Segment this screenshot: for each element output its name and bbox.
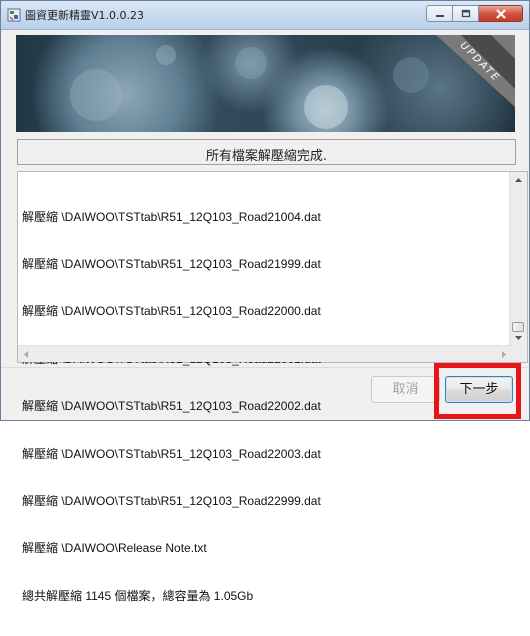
horizontal-scrollbar[interactable] <box>18 345 512 362</box>
log-list[interactable]: 解壓縮 \DAIWOO\TSTtab\R51_12Q103_Road21004.… <box>17 171 528 603</box>
scrollbar-corner <box>510 346 527 362</box>
log-line: 解壓縮 \DAIWOO\TSTtab\R51_12Q103_Road21999.… <box>22 256 321 271</box>
app-icon <box>7 8 21 22</box>
title-bar[interactable]: 圖資更新精靈V1.0.0.23 <box>1 1 529 30</box>
log-line: 解壓縮 \DAIWOO\TSTtab\R51_12Q103_Road22999.… <box>22 493 321 508</box>
status-message: 所有檔案解壓縮完成. <box>205 149 328 164</box>
status-box: 所有檔案解壓縮完成. <box>17 139 516 165</box>
window-title: 圖資更新精靈V1.0.0.23 <box>25 9 145 22</box>
cancel-button[interactable]: 取消 <box>371 376 440 403</box>
log-line: 解壓縮 \DAIWOO\Release Note.txt <box>22 541 207 556</box>
minimize-icon <box>427 6 452 21</box>
scroll-up-button[interactable] <box>510 172 527 188</box>
caption-buttons <box>426 5 523 23</box>
maximize-button[interactable] <box>453 5 479 22</box>
log-line: 解壓縮 \DAIWOO\TSTtab\R51_12Q103_Road22003.… <box>22 446 321 461</box>
arrow-right-icon <box>502 350 506 358</box>
scroll-down-button[interactable] <box>510 330 527 346</box>
update-ribbon: UPDATE <box>458 40 502 84</box>
maximize-icon <box>453 6 478 21</box>
log-line: 解壓縮 \DAIWOO\TSTtab\R51_12Q103_Road22000.… <box>22 304 321 319</box>
log-lines: 解壓縮 \DAIWOO\TSTtab\R51_12Q103_Road21004.… <box>22 178 502 636</box>
header-banner: UPDATE <box>16 35 515 132</box>
log-summary: 總共解壓縮 1145 個檔案，總容量為 1.05Gb <box>22 588 254 603</box>
arrow-up-icon <box>515 178 522 182</box>
vertical-scrollbar[interactable] <box>509 172 527 346</box>
arrow-down-icon <box>515 336 522 340</box>
minimize-button[interactable] <box>426 5 453 22</box>
ribbon-text: UPDATE <box>458 40 502 84</box>
arrow-left-icon <box>24 350 28 358</box>
highlight-box <box>434 363 521 419</box>
log-line: 解壓縮 \DAIWOO\TSTtab\R51_12Q103_Road21004.… <box>22 209 321 224</box>
close-button[interactable] <box>479 5 523 22</box>
close-icon <box>479 6 522 21</box>
scroll-left-button[interactable] <box>18 346 34 362</box>
installer-window: 圖資更新精靈V1.0.0.23 UPDATE 所有檔案解壓縮完成. 解壓縮 \D… <box>0 0 530 603</box>
